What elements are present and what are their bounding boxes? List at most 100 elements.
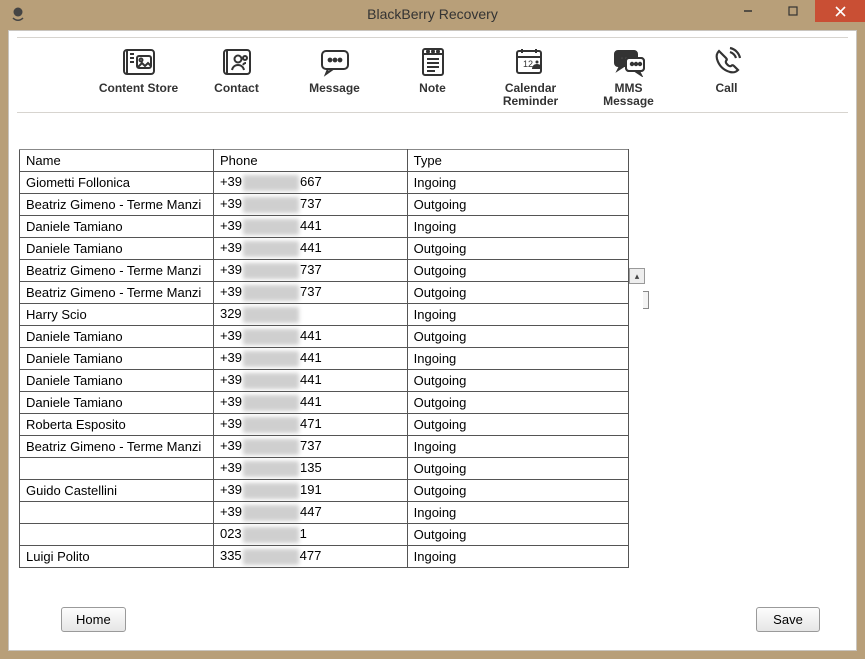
cell-name xyxy=(20,458,214,480)
save-button[interactable]: Save xyxy=(756,607,820,632)
call-icon xyxy=(711,44,743,80)
cell-phone: +39737 xyxy=(213,436,407,458)
table-row[interactable]: Roberta Esposito+39471Outgoing xyxy=(20,414,629,436)
contact-icon xyxy=(220,44,254,80)
cell-phone: +39441 xyxy=(213,370,407,392)
mms-message-icon xyxy=(612,44,646,80)
cell-type: Outgoing xyxy=(407,194,628,216)
table-row[interactable]: Daniele Tamiano+39441Outgoing xyxy=(20,238,629,260)
table-row[interactable]: Giometti Follonica+39667Ingoing xyxy=(20,172,629,194)
cell-name: Daniele Tamiano xyxy=(20,216,214,238)
cell-type: Outgoing xyxy=(407,238,628,260)
cell-type: Ingoing xyxy=(407,546,628,568)
tool-message[interactable]: Message xyxy=(295,44,375,108)
cell-type: Outgoing xyxy=(407,370,628,392)
cell-type: Outgoing xyxy=(407,524,628,546)
cell-phone: +39441 xyxy=(213,392,407,414)
main-toolbar: Content Store Contact Message xyxy=(17,37,848,113)
cell-phone: +39667 xyxy=(213,172,407,194)
table-row[interactable]: Beatriz Gimeno - Terme Manzi+39737Outgoi… xyxy=(20,282,629,304)
titlebar: BlackBerry Recovery xyxy=(0,0,865,28)
table-row[interactable]: Daniele Tamiano+39441Outgoing xyxy=(20,392,629,414)
app-icon xyxy=(8,4,28,24)
col-header-phone[interactable]: Phone xyxy=(213,150,407,172)
tool-call[interactable]: Call xyxy=(687,44,767,108)
cell-name: Giometti Follonica xyxy=(20,172,214,194)
cell-phone: 329 xyxy=(213,304,407,326)
note-icon xyxy=(418,44,448,80)
table-row[interactable]: Guido Castellini+39191Outgoing xyxy=(20,480,629,502)
cell-name: Beatriz Gimeno - Terme Manzi xyxy=(20,194,214,216)
cell-name: Daniele Tamiano xyxy=(20,348,214,370)
cell-type: Ingoing xyxy=(407,304,628,326)
table-row[interactable]: Luigi Polito335477Ingoing xyxy=(20,546,629,568)
table-row[interactable]: +39447Ingoing xyxy=(20,502,629,524)
cell-name xyxy=(20,502,214,524)
cell-type: Outgoing xyxy=(407,458,628,480)
content-store-icon xyxy=(121,44,157,80)
col-header-type[interactable]: Type xyxy=(407,150,628,172)
tool-content-store[interactable]: Content Store xyxy=(99,44,179,108)
content-pane: Content Store Contact Message xyxy=(8,30,857,651)
cell-name: Roberta Esposito xyxy=(20,414,214,436)
table-row[interactable]: Daniele Tamiano+39441Outgoing xyxy=(20,370,629,392)
cell-phone: +39191 xyxy=(213,480,407,502)
table-row[interactable]: Beatriz Gimeno - Terme Manzi+39737Outgoi… xyxy=(20,194,629,216)
cell-name: Beatriz Gimeno - Terme Manzi xyxy=(20,436,214,458)
cell-phone: +39441 xyxy=(213,238,407,260)
cell-phone: +39447 xyxy=(213,502,407,524)
tool-label: Content Store xyxy=(99,82,178,95)
table-row[interactable]: Beatriz Gimeno - Terme Manzi+39737Outgoi… xyxy=(20,260,629,282)
table-row[interactable]: Daniele Tamiano+39441Ingoing xyxy=(20,216,629,238)
cell-phone: +39135 xyxy=(213,458,407,480)
minimize-button[interactable] xyxy=(725,0,770,22)
table-row[interactable]: Beatriz Gimeno - Terme Manzi+39737Ingoin… xyxy=(20,436,629,458)
table-row[interactable]: 0231Outgoing xyxy=(20,524,629,546)
cell-name: Daniele Tamiano xyxy=(20,238,214,260)
tool-calendar-reminder[interactable]: 12 Calendar Reminder xyxy=(491,44,571,108)
cell-phone: +39441 xyxy=(213,216,407,238)
table-row[interactable]: Daniele Tamiano+39441Outgoing xyxy=(20,326,629,348)
tool-label: Calendar Reminder xyxy=(503,82,558,108)
cell-phone: 0231 xyxy=(213,524,407,546)
cell-phone: 335477 xyxy=(213,546,407,568)
cell-type: Outgoing xyxy=(407,480,628,502)
cell-phone: +39737 xyxy=(213,194,407,216)
scroll-up-button[interactable]: ▴ xyxy=(629,268,645,284)
cell-type: Ingoing xyxy=(407,436,628,458)
table-row[interactable]: Harry Scio329Ingoing xyxy=(20,304,629,326)
tool-label: Call xyxy=(715,82,737,95)
cell-phone: +39737 xyxy=(213,282,407,304)
maximize-button[interactable] xyxy=(770,0,815,22)
calendar-reminder-icon: 12 xyxy=(514,44,548,80)
call-table: Name Phone Type Giometti Follonica+39667… xyxy=(19,149,629,568)
tool-contact[interactable]: Contact xyxy=(197,44,277,108)
cell-type: Outgoing xyxy=(407,282,628,304)
cell-type: Outgoing xyxy=(407,414,628,436)
side-tab-handle[interactable] xyxy=(643,291,649,309)
col-header-name[interactable]: Name xyxy=(20,150,214,172)
table-row[interactable]: +39135Outgoing xyxy=(20,458,629,480)
cell-type: Outgoing xyxy=(407,260,628,282)
call-table-container: Name Phone Type Giometti Follonica+39667… xyxy=(19,149,645,581)
home-button[interactable]: Home xyxy=(61,607,126,632)
cell-name: Harry Scio xyxy=(20,304,214,326)
tool-label: Message xyxy=(309,82,360,95)
cell-phone: +39441 xyxy=(213,326,407,348)
close-button[interactable] xyxy=(815,0,865,22)
cell-type: Ingoing xyxy=(407,502,628,524)
svg-text:12: 12 xyxy=(523,59,533,69)
cell-phone: +39471 xyxy=(213,414,407,436)
tool-label: MMS Message xyxy=(603,82,654,108)
cell-name: Beatriz Gimeno - Terme Manzi xyxy=(20,282,214,304)
tool-note[interactable]: Note xyxy=(393,44,473,108)
cell-type: Outgoing xyxy=(407,326,628,348)
cell-name: Daniele Tamiano xyxy=(20,326,214,348)
cell-type: Ingoing xyxy=(407,172,628,194)
tool-mms-message[interactable]: MMS Message xyxy=(589,44,669,108)
message-icon xyxy=(318,44,352,80)
vertical-scrollbar[interactable]: ▴ ▾ xyxy=(629,268,645,581)
cell-type: Ingoing xyxy=(407,216,628,238)
table-row[interactable]: Daniele Tamiano+39441Ingoing xyxy=(20,348,629,370)
cell-phone: +39441 xyxy=(213,348,407,370)
